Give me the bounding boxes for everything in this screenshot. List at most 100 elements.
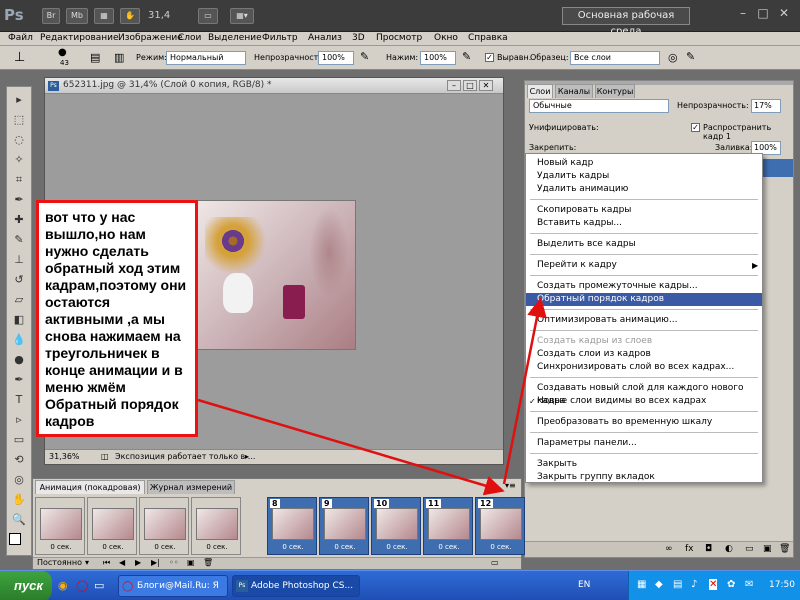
network-icon[interactable]: ▦: [637, 579, 646, 590]
arrange-documents-button[interactable]: ▦▾: [230, 8, 254, 24]
maximize-icon[interactable]: □: [755, 5, 771, 21]
zoom-tool-icon[interactable]: 🔍: [10, 511, 28, 529]
view-extras-button[interactable]: ▦: [94, 8, 114, 24]
fx-icon[interactable]: fx: [685, 544, 694, 554]
animation-frame[interactable]: 0 сек.: [35, 497, 85, 555]
layer-opacity-input[interactable]: 17%: [751, 99, 781, 113]
menu-filter[interactable]: Фильтр: [262, 33, 298, 43]
shape-tool-icon[interactable]: ▭: [10, 431, 28, 449]
pressure-input[interactable]: 100%: [420, 51, 456, 65]
hand-tool-icon[interactable]: ✋: [10, 491, 28, 509]
blur-tool-icon[interactable]: 💧: [10, 331, 28, 349]
opera-quicklaunch-icon[interactable]: ◯: [76, 579, 88, 592]
history-brush-tool-icon[interactable]: ↺: [10, 271, 28, 289]
animation-frame[interactable]: 12 0 сек.: [475, 497, 525, 555]
convert-timeline-icon[interactable]: ▭: [491, 558, 499, 567]
tab-paths[interactable]: Контуры: [595, 84, 635, 98]
menu-select-all-frames[interactable]: Выделить все кадры: [526, 238, 762, 251]
workspace-button[interactable]: Основная рабочая среда: [562, 7, 690, 37]
eyedropper-tool-icon[interactable]: ✒: [10, 191, 28, 209]
menu-file[interactable]: Файл: [8, 33, 33, 43]
menu-analysis[interactable]: Анализ: [308, 33, 342, 43]
menu-optimize-animation[interactable]: Оптимизировать анимацию...: [526, 314, 762, 327]
first-frame-icon[interactable]: ⏮: [103, 558, 110, 568]
loop-select[interactable]: Постоянно: [37, 558, 82, 567]
menu-new-layers-visible[interactable]: Новые слои видимы во всех кадрах: [526, 395, 762, 408]
security-icon[interactable]: ◆: [655, 579, 663, 590]
frame-delay[interactable]: 0 сек.: [192, 543, 242, 551]
menu-delete-frames[interactable]: Удалить кадры: [526, 170, 762, 183]
menu-layers[interactable]: Слои: [178, 33, 201, 43]
menu-copy-frames[interactable]: Скопировать кадры: [526, 204, 762, 217]
panel-menu-icon[interactable]: ▾≡: [505, 481, 516, 490]
aligned-checkbox[interactable]: ✓: [485, 53, 494, 62]
tab-channels[interactable]: Каналы: [555, 84, 593, 98]
tab-animation[interactable]: Анимация (покадровая): [35, 480, 145, 494]
start-button[interactable]: пуск: [0, 571, 52, 600]
blend-mode-select[interactable]: Обычные: [529, 99, 669, 113]
zoom-level[interactable]: 31,4: [148, 10, 170, 21]
menu-tween[interactable]: Создать промежуточные кадры...: [526, 280, 762, 293]
menu-reverse-frames[interactable]: Обратный порядок кадров: [526, 293, 762, 306]
animation-frame[interactable]: 8 0 сек.: [267, 497, 317, 555]
close-icon[interactable]: ✕: [776, 5, 792, 21]
menu-flatten-frames-into-layers[interactable]: Создать слои из кадров: [526, 348, 762, 361]
prev-frame-icon[interactable]: ◀: [119, 558, 125, 567]
printer-icon[interactable]: ▤: [673, 579, 682, 590]
frame-delay[interactable]: 0 сек.: [372, 543, 422, 551]
mini-bridge-button[interactable]: Mb: [66, 8, 88, 24]
show-desktop-icon[interactable]: ▭: [94, 579, 104, 592]
menu-help[interactable]: Справка: [468, 33, 508, 43]
screen-mode-button[interactable]: ▭: [198, 8, 218, 24]
animation-frame[interactable]: 10 0 сек.: [371, 497, 421, 555]
gradient-tool-icon[interactable]: ◧: [10, 311, 28, 329]
tab-measurement-log[interactable]: Журнал измерений: [147, 480, 235, 494]
doc-close-icon[interactable]: ✕: [479, 80, 493, 91]
lasso-tool-icon[interactable]: ◌: [10, 131, 28, 149]
animation-frame[interactable]: 0 сек.: [87, 497, 137, 555]
taskbar-browser[interactable]: Блоги@Mail.Ru: Я со...: [118, 575, 228, 597]
menu-new-frame[interactable]: Новый кадр: [526, 157, 762, 170]
photo-canvas[interactable]: [196, 200, 356, 350]
trash-icon[interactable]: 🗑: [779, 544, 790, 554]
path-select-tool-icon[interactable]: ▹: [10, 411, 28, 429]
menu-convert-to-timeline[interactable]: Преобразовать во временную шкалу: [526, 416, 762, 429]
tab-layers[interactable]: Слои: [527, 84, 553, 98]
opacity-input[interactable]: 100%: [318, 51, 354, 65]
stamp-tool-icon[interactable]: ⊥: [14, 50, 25, 65]
new-layer-icon[interactable]: ▣: [763, 544, 772, 554]
healing-tool-icon[interactable]: ✚: [10, 211, 28, 229]
menu-view[interactable]: Просмотр: [376, 33, 422, 43]
doc-minimize-icon[interactable]: –: [447, 80, 461, 91]
menu-3d[interactable]: 3D: [352, 33, 365, 43]
delete-frame-icon[interactable]: 🗑: [203, 558, 213, 567]
menu-go-to-frame[interactable]: Перейти к кадру: [526, 259, 762, 272]
minimize-icon[interactable]: –: [735, 5, 751, 21]
folder-icon[interactable]: ▭: [745, 544, 754, 554]
document-title[interactable]: 652311.jpg @ 31,4% (Слой 0 копия, RGB/8)…: [45, 78, 503, 94]
frame-delay[interactable]: 0 сек.: [88, 543, 138, 551]
document-zoom[interactable]: 31,36%: [49, 450, 80, 464]
next-frame-icon[interactable]: ▶|: [151, 558, 160, 567]
marquee-tool-icon[interactable]: ⬚: [10, 111, 28, 129]
status-arrow-icon[interactable]: ▸: [245, 450, 249, 464]
animation-frame[interactable]: 0 сек.: [191, 497, 241, 555]
tablet-size-icon[interactable]: ✎: [686, 50, 695, 63]
propagate-checkbox[interactable]: ✓: [691, 123, 700, 132]
type-tool-icon[interactable]: T: [10, 391, 28, 409]
eraser-tool-icon[interactable]: ▱: [10, 291, 28, 309]
menu-delete-animation[interactable]: Удалить анимацию: [526, 183, 762, 196]
foreground-color-swatch[interactable]: [9, 533, 21, 545]
link-icon[interactable]: ∞: [665, 544, 673, 554]
3d-rotate-tool-icon[interactable]: ⟲: [10, 451, 28, 469]
menu-close-tab-group[interactable]: Закрыть группу вкладок: [526, 471, 762, 484]
menu-match-layer-across-frames[interactable]: Синхронизировать слой во всех кадрах...: [526, 361, 762, 374]
sample-select[interactable]: Все слои: [570, 51, 660, 65]
menu-select[interactable]: Выделение: [208, 33, 262, 43]
animation-frame[interactable]: 9 0 сек.: [319, 497, 369, 555]
menu-window[interactable]: Окно: [434, 33, 458, 43]
animation-frame[interactable]: 11 0 сек.: [423, 497, 473, 555]
animation-frame[interactable]: 0 сек.: [139, 497, 189, 555]
brush-preview-icon[interactable]: ●: [58, 47, 67, 58]
crop-tool-icon[interactable]: ⌗: [10, 171, 28, 189]
